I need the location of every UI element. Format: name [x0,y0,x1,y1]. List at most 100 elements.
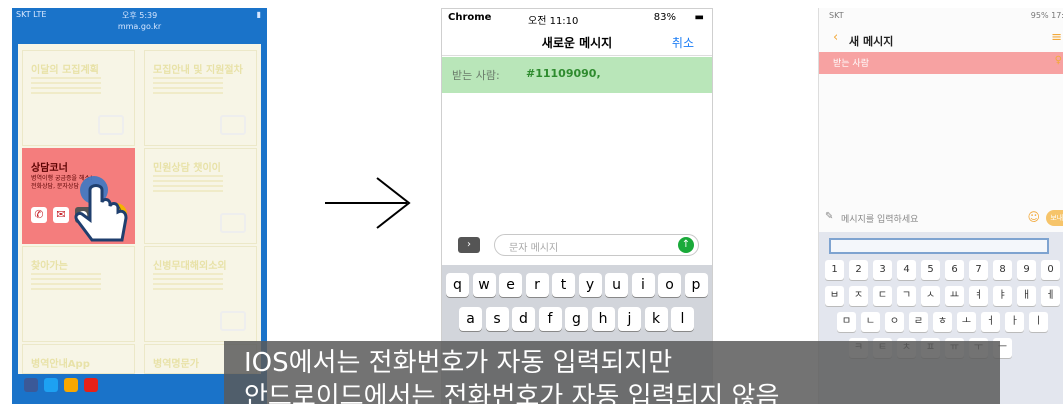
key-num_row-9[interactable]: 0 [1041,260,1060,280]
message-input[interactable]: 문자 메시지 ↑ [494,234,699,256]
key-num_row-5[interactable]: 6 [945,260,964,280]
key-d[interactable]: d [512,307,535,331]
document-icon [220,115,246,135]
recipient-number: #11109090, [526,67,601,80]
key-num_row-6[interactable]: 7 [969,260,988,280]
apps-expand-icon[interactable]: › [458,237,480,253]
recipient-label: 받는 사람: [452,69,500,82]
key-k[interactable]: k [644,307,668,331]
key-o[interactable]: o [658,273,681,297]
key-row2-3[interactable]: ㄱ [897,286,916,306]
caption-overlay: IOS에서는 전화번호가 자동 입력되지만 안드로이드에서는 전화번호가 자동 … [224,341,1000,404]
key-num_row-7[interactable]: 8 [993,260,1012,280]
back-icon[interactable]: ‹ [833,30,838,45]
key-row2-0[interactable]: ㅂ [825,286,844,306]
key-g[interactable]: g [565,307,588,331]
tile-monthly-plan[interactable]: 이달의 모집계획 [22,50,135,146]
battery-label: 95% 17: [1030,11,1063,20]
key-r[interactable]: r [525,273,549,297]
carrier-label: SKT LTE [16,10,47,19]
tile-title: 신병무대해외소외 [153,261,227,272]
tile-text [153,273,223,293]
recipient-label: 받는 사람 [833,59,869,69]
key-row3-5[interactable]: ㅗ [957,312,976,332]
key-row3-7[interactable]: ㅏ [1005,312,1024,332]
nav-bar: 새로운 메시지 취소 [442,29,712,56]
key-row2-7[interactable]: ㅑ [993,286,1012,306]
tile-title: 병역명문가 [153,359,199,370]
cancel-button[interactable]: 취소 [672,34,694,51]
app-bar: ‹ 새 메시지 ≡ [819,26,1063,52]
clock-label: 오후 5:39 [122,11,158,20]
key-num_row-4[interactable]: 5 [921,260,940,280]
map-pin-icon [220,311,246,331]
key-row3-8[interactable]: ㅣ [1029,312,1048,332]
key-row3-3[interactable]: ㄹ [909,312,928,332]
facebook-icon[interactable] [24,378,38,392]
tile-text [153,77,223,97]
key-num_row-2[interactable]: 3 [873,260,892,280]
compose-bar: › 문자 메시지 ↑ [442,229,712,265]
key-y[interactable]: y [578,273,602,297]
youtube-icon[interactable] [84,378,98,392]
tile-civil-chat[interactable]: 민원상담 챗이이 [144,148,257,244]
key-l[interactable]: l [671,307,694,331]
recipient-field[interactable]: 받는 사람: #11109090, [442,57,712,93]
tile-text [153,175,223,195]
recipient-field[interactable]: 받는 사람 ♀ [819,52,1063,74]
tile-recruit-guide[interactable]: 모집안내 및 지원절차 [144,50,257,146]
battery-label: 83% [653,12,676,23]
key-num_row-1[interactable]: 2 [849,260,868,280]
key-p[interactable]: p [684,273,708,297]
key-row2-2[interactable]: ㄷ [873,286,892,306]
key-j[interactable]: j [618,307,641,331]
carrier-label: SKT [829,11,844,20]
key-row2-1[interactable]: ㅈ [849,286,868,306]
twitter-icon[interactable] [44,378,58,392]
key-row3-4[interactable]: ㅎ [933,312,952,332]
key-s[interactable]: s [485,307,509,331]
tile-text [31,77,101,97]
key-f[interactable]: f [538,307,562,331]
tile-visiting[interactable]: 찾아가는 [22,246,135,342]
clock-label: 오전 11:10 [528,16,579,27]
battery-icon: ▬ [694,12,704,23]
emoji-icon[interactable]: ☺ [1027,210,1040,224]
send-button[interactable]: 보내기 [1046,210,1063,226]
contact-icon[interactable]: ♀ [1055,55,1062,66]
message-input[interactable]: ✎ 메시지를 입력하세요 ☺ 보내기 [819,208,1063,230]
tile-title: 병역안내App [31,359,90,370]
page-title: 새 메시지 [849,35,894,48]
blog-icon[interactable] [64,378,78,392]
key-u[interactable]: u [605,273,628,297]
key-q[interactable]: q [446,273,469,297]
key-h[interactable]: h [591,307,615,331]
key-w[interactable]: w [472,273,496,297]
key-num_row-0[interactable]: 1 [825,260,844,280]
key-i[interactable]: i [631,273,655,297]
key-row3-2[interactable]: ㅇ [885,312,904,332]
key-a[interactable]: a [459,307,482,331]
key-row3-0[interactable]: ㅁ [837,312,856,332]
right-arrow-icon [325,177,411,229]
key-row3-1[interactable]: ㄴ [861,312,880,332]
browser-label: Chrome [448,12,492,23]
key-row2-9[interactable]: ㅔ [1041,286,1060,306]
send-icon[interactable]: ↑ [678,237,694,253]
tile-app-guide[interactable]: 병역안내App [22,344,135,374]
key-num_row-3[interactable]: 4 [897,260,916,280]
key-row2-4[interactable]: ㅅ [921,286,940,306]
key-row3-6[interactable]: ㅓ [981,312,1000,332]
tile-overseas[interactable]: 신병무대해외소외 [144,246,257,342]
tile-title: 상담코너 [31,163,68,174]
suggestion-bar [829,238,1049,254]
key-num_row-8[interactable]: 9 [1017,260,1036,280]
phone-icon[interactable]: ✆ [31,207,47,223]
key-row2-8[interactable]: ㅐ [1017,286,1036,306]
attach-icon[interactable]: ✎ [825,211,833,222]
key-row2-5[interactable]: ㅛ [945,286,964,306]
key-e[interactable]: e [499,273,522,297]
key-row2-6[interactable]: ㅕ [969,286,988,306]
key-t[interactable]: t [552,273,575,297]
menu-icon[interactable]: ≡ [1051,30,1062,45]
